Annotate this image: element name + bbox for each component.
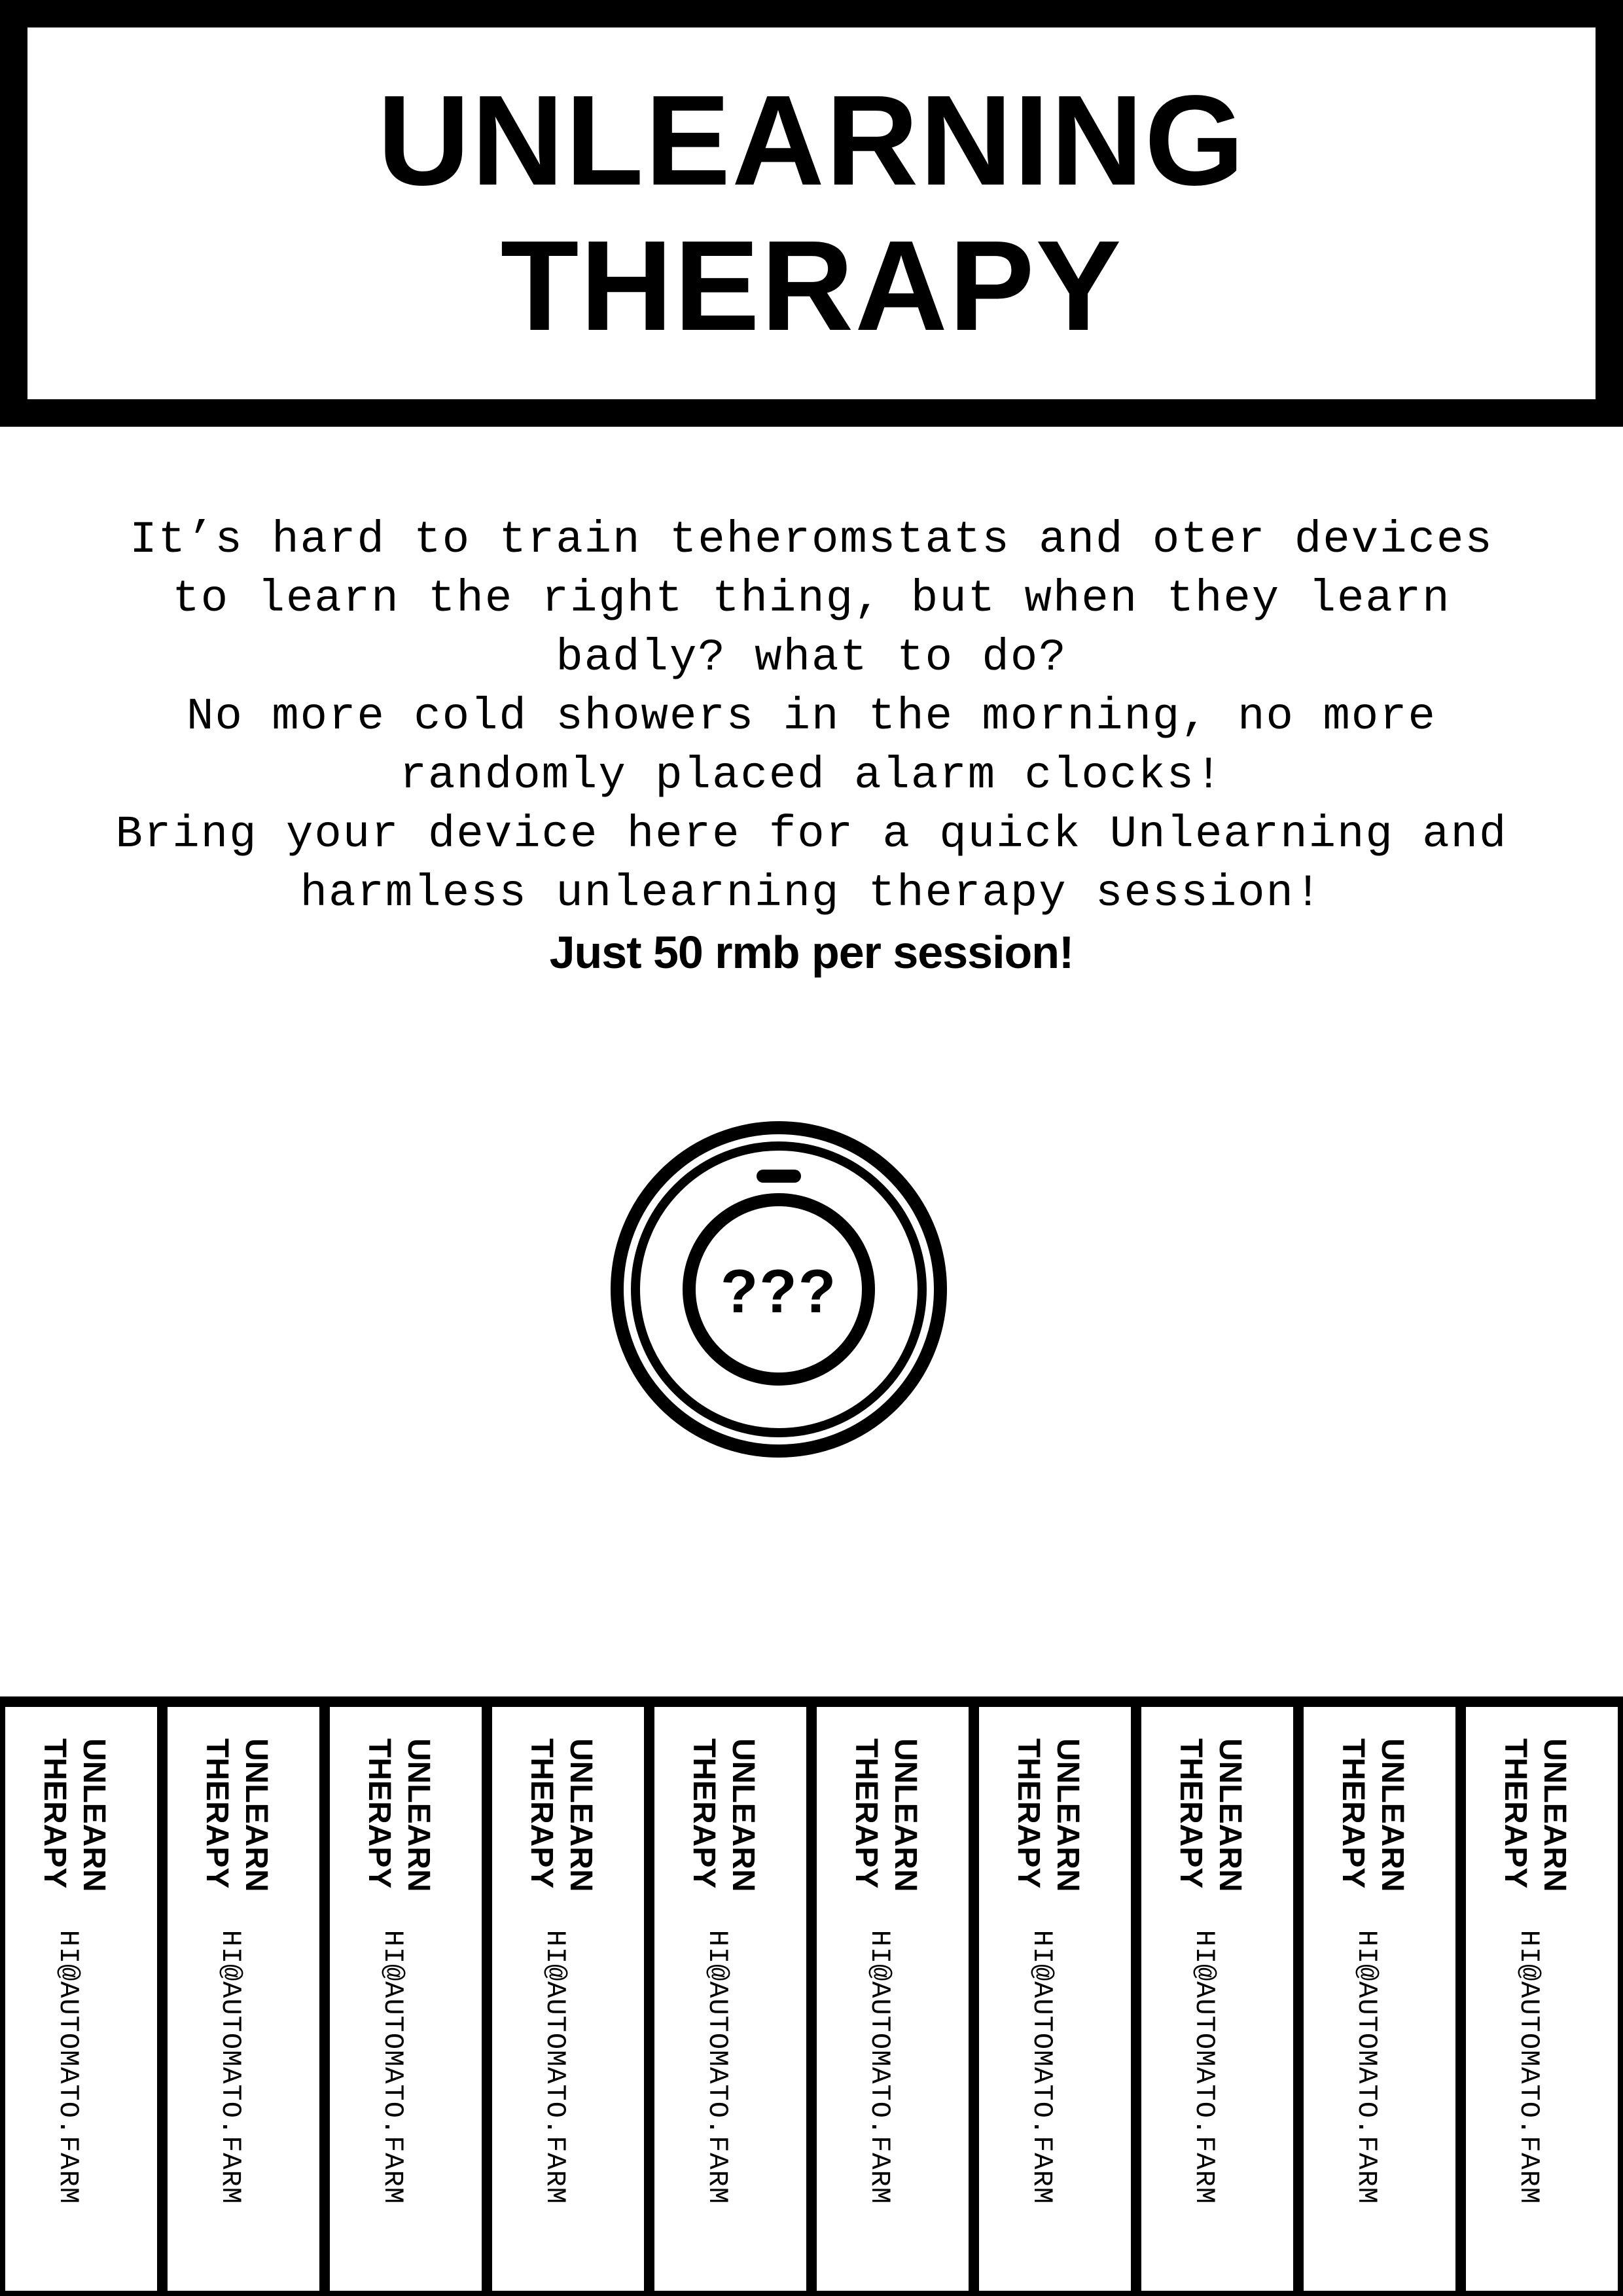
tab-title: UNLEARN THERAPY	[522, 1738, 600, 1892]
tab-title-line-1: UNLEARN	[401, 1738, 436, 1892]
tab-title-line-2: THERAPY	[37, 1738, 72, 1889]
tab-content: UNLEARN THERAPY HI@AUTOMATO.FARM	[817, 1738, 968, 2275]
tab-title-line-1: UNLEARN	[77, 1738, 111, 1892]
tab-title: UNLEARN THERAPY	[359, 1738, 438, 1892]
tab-contact-email: HI@AUTOMATO.FARM	[702, 1929, 733, 2204]
price-line: Just 50 rmb per session!	[549, 927, 1075, 978]
tab-title-line-2: THERAPY	[524, 1738, 559, 1889]
tab-title-line-1: UNLEARN	[888, 1738, 923, 1892]
tab-title: UNLEARN THERAPY	[1495, 1738, 1574, 1892]
tab-content: UNLEARN THERAPY HI@AUTOMATO.FARM	[1304, 1738, 1455, 2275]
tab-title-line-1: UNLEARN	[1050, 1738, 1085, 1892]
tab-content: UNLEARN THERAPY HI@AUTOMATO.FARM	[1467, 1738, 1617, 2275]
tab-title-line-2: THERAPY	[1498, 1738, 1533, 1889]
body-line: badly? what to do?	[556, 632, 1067, 683]
tab-contact-email: HI@AUTOMATO.FARM	[864, 1929, 895, 2204]
tab-content: UNLEARN THERAPY HI@AUTOMATO.FARM	[330, 1738, 481, 2275]
tear-off-tab[interactable]: UNLEARN THERAPY HI@AUTOMATO.FARM	[487, 1707, 649, 2296]
tear-off-tab[interactable]: UNLEARN THERAPY HI@AUTOMATO.FARM	[649, 1707, 812, 2296]
tab-title-line-2: THERAPY	[362, 1738, 397, 1889]
body-line: randomly placed alarm clocks!	[399, 750, 1224, 801]
tab-content: UNLEARN THERAPY HI@AUTOMATO.FARM	[1142, 1738, 1293, 2275]
tab-contact-email: HI@AUTOMATO.FARM	[215, 1929, 246, 2204]
tab-title-line-1: UNLEARN	[1375, 1738, 1410, 1892]
tab-title: UNLEARN THERAPY	[1333, 1738, 1412, 1892]
tab-title-line-2: THERAPY	[1336, 1738, 1370, 1889]
tear-off-tab[interactable]: UNLEARN THERAPY HI@AUTOMATO.FARM	[812, 1707, 974, 2296]
body-line: to learn the right thing, but when they …	[172, 573, 1451, 624]
tear-off-tab[interactable]: UNLEARN THERAPY HI@AUTOMATO.FARM	[325, 1707, 487, 2296]
tear-off-tabs: UNLEARN THERAPY HI@AUTOMATO.FARM UNLEARN…	[0, 1696, 1623, 2296]
tear-off-tab[interactable]: UNLEARN THERAPY HI@AUTOMATO.FARM	[974, 1707, 1136, 2296]
tear-off-tab[interactable]: UNLEARN THERAPY HI@AUTOMATO.FARM	[1461, 1707, 1623, 2296]
tear-off-tab[interactable]: UNLEARN THERAPY HI@AUTOMATO.FARM	[1136, 1707, 1298, 2296]
thermostat-icon: ???	[609, 1119, 949, 1460]
tab-content: UNLEARN THERAPY HI@AUTOMATO.FARM	[655, 1738, 806, 2275]
tab-title-line-1: UNLEARN	[1213, 1738, 1247, 1892]
tab-content: UNLEARN THERAPY HI@AUTOMATO.FARM	[493, 1738, 643, 2275]
tab-title-line-1: UNLEARN	[1537, 1738, 1572, 1892]
tab-title-line-1: UNLEARN	[563, 1738, 598, 1892]
tab-title-line-1: UNLEARN	[239, 1738, 274, 1892]
tab-title-line-2: THERAPY	[1173, 1738, 1208, 1889]
tab-contact-email: HI@AUTOMATO.FARM	[1188, 1929, 1220, 2204]
tab-content: UNLEARN THERAPY HI@AUTOMATO.FARM	[6, 1738, 156, 2275]
tab-contact-email: HI@AUTOMATO.FARM	[1351, 1929, 1382, 2204]
body-line: No more cold showers in the morning, no …	[187, 691, 1436, 742]
thermostat-label: ???	[720, 1257, 838, 1325]
tab-title: UNLEARN THERAPY	[197, 1738, 276, 1892]
tab-title-line-1: UNLEARN	[726, 1738, 760, 1892]
tab-contact-email: HI@AUTOMATO.FARM	[52, 1929, 84, 2204]
tab-content: UNLEARN THERAPY HI@AUTOMATO.FARM	[168, 1738, 319, 2275]
tab-title: UNLEARN THERAPY	[684, 1738, 762, 1892]
tab-contact-email: HI@AUTOMATO.FARM	[377, 1929, 408, 2204]
tab-contact-email: HI@AUTOMATO.FARM	[539, 1929, 571, 2204]
tear-off-tab[interactable]: UNLEARN THERAPY HI@AUTOMATO.FARM	[1298, 1707, 1461, 2296]
title-line-1: UNLEARNING	[377, 69, 1246, 212]
body-line: Bring your device here for a quick Unlea…	[115, 809, 1508, 860]
tab-contact-email: HI@AUTOMATO.FARM	[1513, 1929, 1544, 2204]
body-line: harmless unlearning therapy session!	[300, 868, 1323, 919]
tab-title-line-2: THERAPY	[687, 1738, 721, 1889]
tab-content: UNLEARN THERAPY HI@AUTOMATO.FARM	[980, 1738, 1130, 2275]
tab-title-line-2: THERAPY	[849, 1738, 883, 1889]
tab-title: UNLEARN THERAPY	[1171, 1738, 1249, 1892]
title-box: UNLEARNING THERAPY	[0, 0, 1623, 427]
tab-title: UNLEARN THERAPY	[846, 1738, 925, 1892]
tear-off-tab[interactable]: UNLEARN THERAPY HI@AUTOMATO.FARM	[162, 1707, 325, 2296]
tear-off-tab[interactable]: UNLEARN THERAPY HI@AUTOMATO.FARM	[0, 1707, 162, 2296]
tab-title-line-2: THERAPY	[200, 1738, 234, 1889]
body-line: It’s hard to train teheromstats and oter…	[130, 514, 1493, 565]
tab-title-line-2: THERAPY	[1011, 1738, 1046, 1889]
body-copy: It’s hard to train teheromstats and oter…	[39, 511, 1584, 982]
tab-contact-email: HI@AUTOMATO.FARM	[1026, 1929, 1058, 2204]
tab-title: UNLEARN THERAPY	[35, 1738, 113, 1892]
title-line-2: THERAPY	[500, 214, 1123, 357]
tab-title: UNLEARN THERAPY	[1008, 1738, 1087, 1892]
